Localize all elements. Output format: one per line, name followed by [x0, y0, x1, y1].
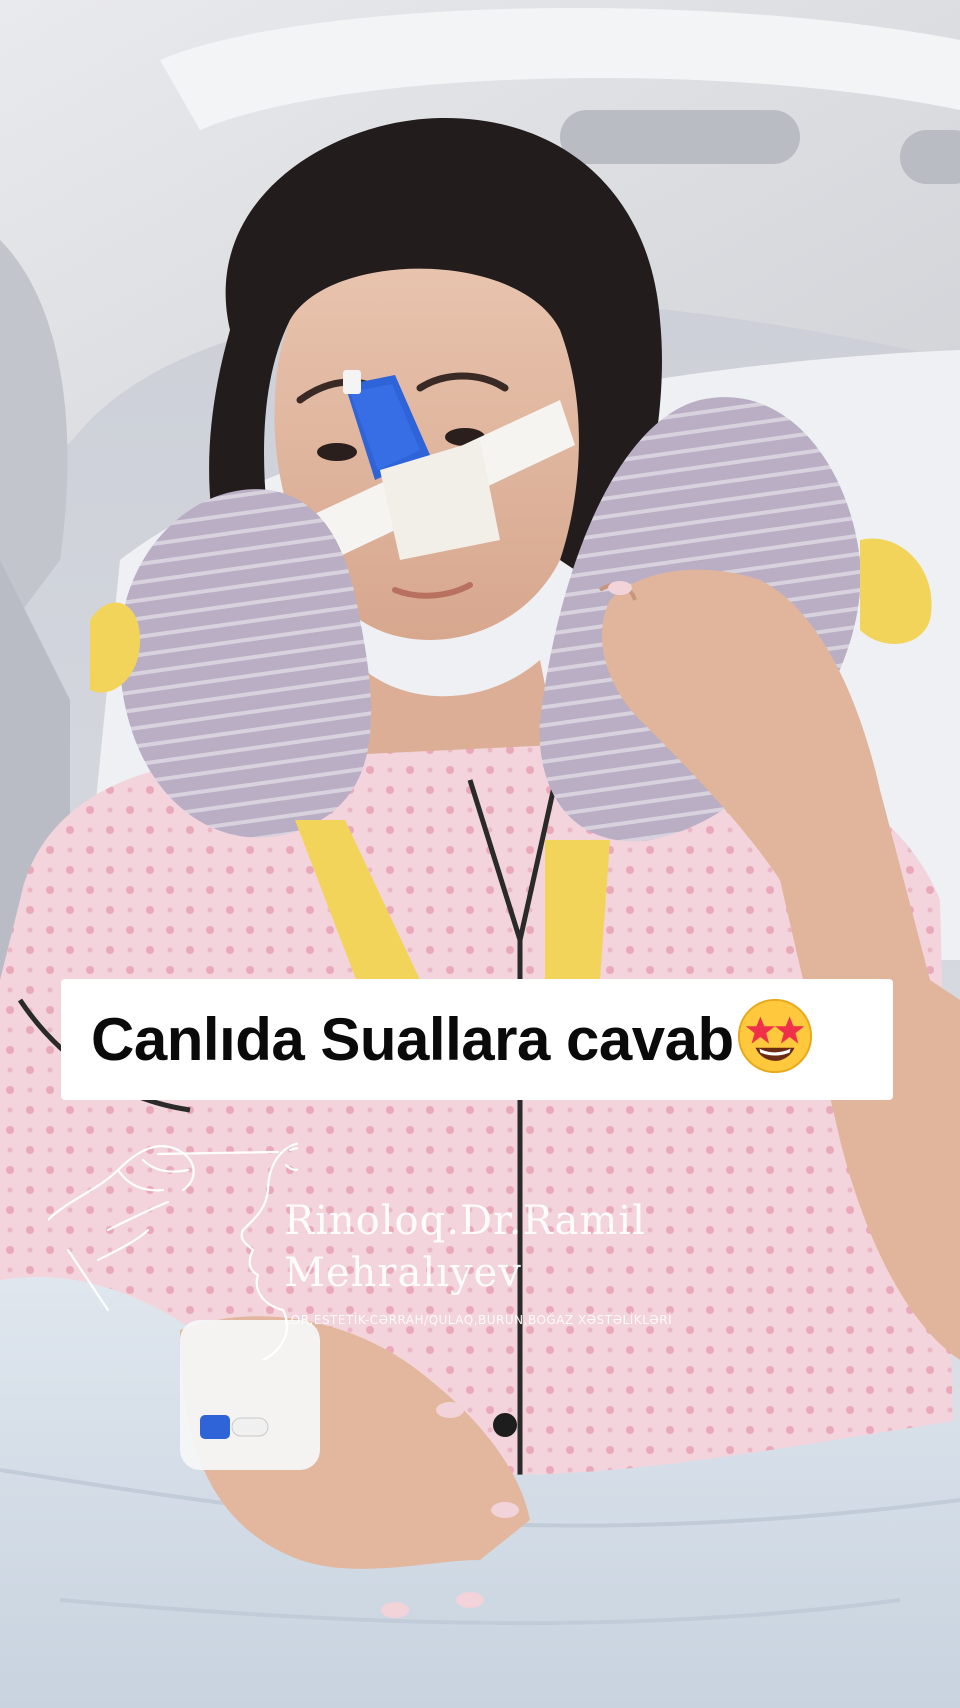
watermark-subtitle: LOR,ESTETİK-CƏRRAH/QULAQ,BURUN,BOĞAZ XƏS… — [284, 1313, 673, 1327]
doctor-watermark: Rinoloq.Dr.Ramil Mehralıyev LOR,ESTETİK-… — [48, 1130, 688, 1360]
watermark-name-line-1: Rinoloq.Dr.Ramil — [284, 1198, 646, 1244]
video-frame: Canlıda Suallara cavab Rinoloq.Dr.Ramil … — [0, 0, 960, 1708]
star-struck-emoji-icon — [737, 998, 812, 1073]
watermark-name-line-2: Mehralıyev — [284, 1250, 522, 1296]
caption-text: Canlıda Suallara cavab — [91, 1006, 734, 1073]
scene-photo — [0, 0, 960, 1708]
hand-drawing-face-logo-icon — [48, 1142, 298, 1360]
caption-banner: Canlıda Suallara cavab — [61, 979, 893, 1100]
